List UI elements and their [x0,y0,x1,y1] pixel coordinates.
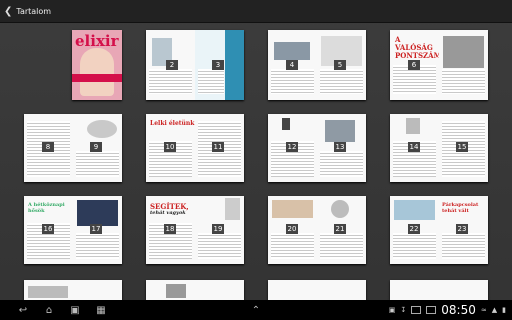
thumbnail-grid[interactable]: elixir 2 3 4 5 A VALÓSÁG PONTSZÁMAI 6 8 … [0,22,512,300]
clock: 08:50 [441,303,476,317]
page-number: 21 [334,224,346,234]
page-number: 11 [212,142,224,152]
spread-thumbnail[interactable]: 14 15 [390,114,488,182]
article-subheading: tehát vagyok [150,210,186,216]
page-number: 16 [42,224,54,234]
spread-thumbnail[interactable]: 2 3 [146,30,244,100]
page-number: 3 [212,60,224,70]
status-area[interactable]: ▣ ↧ 08:50 ≈ ▲ ▮ [389,300,506,320]
spread-thumbnail[interactable]: A VALÓSÁG PONTSZÁMAI 6 [390,30,488,100]
article-heading: A hétköznapi hősök [28,202,65,214]
spread-thumbnail[interactable]: Párkapcsolat tehát vált 22 23 [390,196,488,264]
home-icon[interactable]: ⌂ [38,300,60,320]
page-number: 23 [456,224,468,234]
page-number: 22 [408,224,420,234]
page-number: 19 [212,224,224,234]
download-icon: ↧ [400,306,407,314]
screenshot-icon[interactable]: ▦ [90,300,112,320]
page-number: 14 [408,142,420,152]
back-icon[interactable]: ↩ [12,300,34,320]
spread-thumbnail[interactable]: 12 13 [268,114,366,182]
up-arrow-icon[interactable]: ⌃ [245,300,267,320]
signal-icon: ▲ [491,306,498,314]
cover-photo [80,48,114,96]
spread-thumbnail[interactable] [146,280,244,300]
page-title: Tartalom [16,6,52,16]
page-number: 18 [164,224,176,234]
chevron-left-icon: ❮ [4,5,13,17]
page-number: 5 [334,60,346,70]
spread-thumbnail[interactable]: SEGÍTEK, tehát vagyok 18 19 [146,196,244,264]
spread-thumbnail[interactable] [24,280,122,300]
cover-thumbnail[interactable]: elixir [72,30,122,100]
back-button[interactable]: ❮ Tartalom [0,0,55,22]
spread-thumbnail[interactable]: 8 9 [24,114,122,182]
page-number: 12 [286,142,298,152]
action-bar: ❮ Tartalom [0,0,512,23]
page-number: 2 [166,60,178,70]
article-heading: Párkapcsolat tehát vált [442,202,479,214]
page-number: 9 [90,142,102,152]
recent-apps-icon[interactable]: ▣ [64,300,86,320]
page-number: 10 [164,142,176,152]
spread-thumbnail[interactable]: 4 5 [268,30,366,100]
spread-thumbnail[interactable] [268,280,366,300]
mail-icon [411,306,422,314]
article-heading: Lelki életünk [150,120,195,127]
mail-icon [426,306,437,314]
page-number: 13 [334,142,346,152]
page-number: 20 [286,224,298,234]
page-number: 8 [42,142,54,152]
page-number: 6 [408,60,420,70]
spread-thumbnail[interactable]: Lelki életünk 10 11 [146,114,244,182]
page-number: 4 [286,60,298,70]
page-number: 15 [456,142,468,152]
system-navigation-bar: ↩ ⌂ ▣ ▦ ⌃ ▣ ↧ 08:50 ≈ ▲ ▮ [0,300,512,320]
battery-icon: ▮ [502,306,506,314]
spread-thumbnail[interactable]: A hétköznapi hősök 16 17 [24,196,122,264]
page-number: 17 [90,224,102,234]
spread-thumbnail[interactable]: 20 21 [268,196,366,264]
spread-thumbnail[interactable] [390,280,488,300]
wifi-icon: ≈ [480,306,487,314]
article-heading: A VALÓSÁG PONTSZÁMAI [395,35,451,60]
image-icon: ▣ [388,306,396,314]
